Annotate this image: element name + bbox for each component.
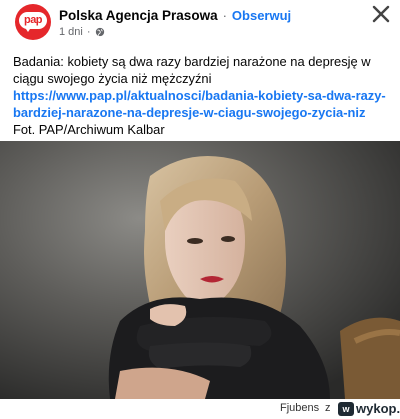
post-body: Badania: kobiety są dwa razy bardziej na… [13,53,391,138]
post-timestamp[interactable]: 1 dni [59,26,83,38]
globe-icon [95,27,104,37]
photo-illustration [0,141,400,399]
photo-credit: Fot. PAP/Archiwum Kalbar [13,122,165,137]
post-caption: Badania: kobiety są dwa razy bardziej na… [13,54,371,86]
close-icon[interactable] [370,3,392,25]
wykop-badge-icon: w [338,401,354,416]
page-name-link[interactable]: Polska Agencja Prasowa [59,8,218,23]
meta-separator: · [86,26,91,38]
post-photo[interactable] [0,141,400,399]
wykop-site-name: wykop.pl [356,401,400,416]
page-avatar[interactable]: pap [15,4,51,40]
post-meta: 1 dni · [59,26,105,38]
name-separator: · [222,8,227,23]
logo-text: pap [23,14,43,26]
wykop-logo: w wykop.pl [338,401,400,416]
follow-button[interactable]: Obserwuj [232,8,291,23]
watermark-footer: Fjubens z w wykop.pl [0,399,400,419]
footer-from: z [325,402,331,414]
name-row: Polska Agencja Prasowa · Obserwuj [59,8,291,23]
article-link[interactable]: https://www.pap.pl/aktualnosci/badania-k… [13,88,386,120]
footer-username: Fjubens [280,402,320,414]
post-header: pap Polska Agencja Prasowa · Obserwuj 1 … [0,0,400,44]
